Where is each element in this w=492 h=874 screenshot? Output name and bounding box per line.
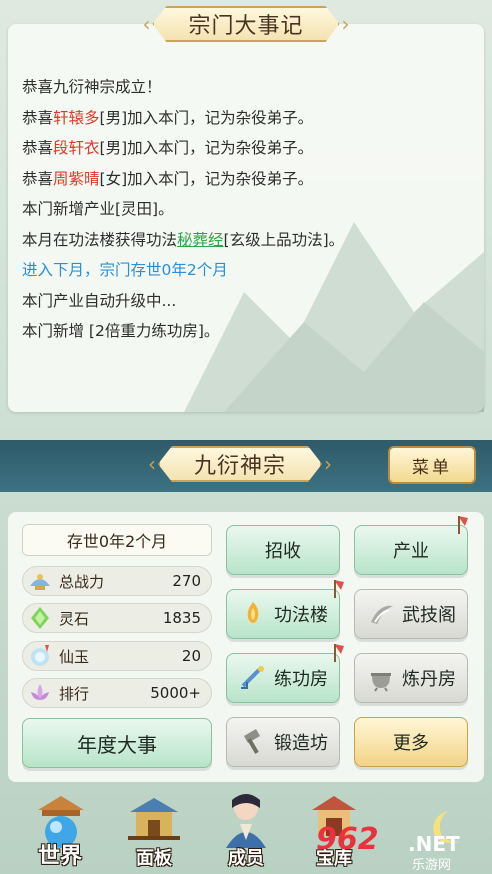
- industry-button[interactable]: 产业: [354, 525, 468, 575]
- stat-ranking: 排行 5000+: [22, 678, 212, 708]
- skill-tower-button[interactable]: 功法楼: [226, 589, 340, 639]
- log-text: 进入下月，宗门存世0年2个月: [22, 261, 228, 279]
- site-watermark: 962 .NET 乐游网: [316, 808, 486, 873]
- martial-pavilion-button[interactable]: 武技阁: [354, 589, 468, 639]
- stat-spirit-stone: 灵石 1835: [22, 603, 212, 633]
- forge-button[interactable]: 锻造坊: [226, 717, 340, 767]
- log-text: 恭喜: [22, 169, 54, 188]
- log-text: [玄级上品功法]。: [223, 230, 345, 249]
- event-log-title: 宗门大事记: [152, 6, 339, 42]
- stat-total-power: 总战力 270: [22, 566, 212, 596]
- chevron-right-icon: ›: [324, 452, 332, 476]
- member-name-link[interactable]: 轩辕多: [53, 109, 100, 127]
- training-icon: [238, 663, 268, 693]
- event-log-title-banner: ‹ 宗门大事记 ›: [110, 4, 382, 44]
- log-text: [男]加入本门，记为杂役弟子。: [99, 139, 314, 157]
- member-name-link[interactable]: 段轩衣: [53, 139, 100, 157]
- event-log-panel: 恭喜九衍神宗成立！ 恭喜轩辕多[男]加入本门，记为杂役弟子。 恭喜段轩衣[男]加入本…: [8, 24, 484, 412]
- annual-events-button[interactable]: 年度大事: [22, 718, 212, 768]
- log-text: 恭喜: [22, 108, 54, 127]
- menu-button[interactable]: 菜单: [388, 446, 476, 484]
- log-text: [男]加入本门，记为杂役弟子。: [99, 108, 314, 127]
- notification-flag-icon: [334, 644, 344, 662]
- log-line: 本门新增 [2倍重力练功房]。: [22, 316, 474, 347]
- chevron-left-icon: ‹: [147, 452, 156, 476]
- log-line: 本月在功法楼获得功法秘葬经[玄级上品功法]。: [22, 225, 474, 256]
- hammer-icon: [238, 727, 268, 757]
- sword-wave-icon: [366, 599, 396, 629]
- nav-panel[interactable]: 面板: [112, 786, 196, 874]
- nav-members[interactable]: 成员: [204, 786, 288, 874]
- jade-icon: [25, 641, 55, 671]
- log-line: 恭喜轩辕多[男]加入本门，记为杂役弟子。: [22, 103, 474, 134]
- log-line: 恭喜段轩衣[男]加入本门，记为杂役弟子。: [22, 133, 474, 164]
- nav-world[interactable]: 世界: [18, 786, 102, 874]
- bottom-nav: 世界 面板 成员 宝库 962 .NET 乐游网: [0, 786, 492, 874]
- chevron-left-icon: ‹: [142, 12, 151, 36]
- log-text: 本门新增 [2倍重力练功房]。: [22, 322, 220, 340]
- alchemy-room-button[interactable]: 炼丹房: [354, 653, 468, 703]
- skill-name-link[interactable]: 秘葬经: [177, 231, 224, 249]
- power-icon: [25, 566, 55, 596]
- pavilion-icon: [128, 798, 180, 840]
- more-button[interactable]: 更多: [354, 717, 468, 767]
- training-room-button[interactable]: 练功房: [226, 653, 340, 703]
- spirit-stone-icon: [25, 603, 55, 633]
- log-line: 恭喜九衍神宗成立！: [22, 72, 474, 103]
- log-text: [女]加入本门，记为杂役弟子。: [99, 169, 314, 188]
- notification-flag-icon: [458, 516, 468, 534]
- event-log-list: 恭喜九衍神宗成立！ 恭喜轩辕多[男]加入本门，记为杂役弟子。 恭喜段轩衣[男]加入本…: [22, 72, 474, 347]
- log-text: 本门新增产业[灵田]。: [22, 200, 174, 218]
- stat-jade: 仙玉 20: [22, 641, 212, 671]
- member-portrait-icon: [226, 794, 266, 848]
- log-text: 本门产业自动升级中...: [22, 291, 177, 310]
- skill-tower-icon: [238, 599, 268, 629]
- log-line: 本门产业自动升级中...: [22, 286, 474, 317]
- lotus-icon: [25, 678, 55, 708]
- notification-flag-icon: [334, 580, 344, 598]
- log-text: 恭喜九衍神宗成立！: [22, 78, 162, 96]
- log-line: 本门新增产业[灵田]。: [22, 194, 474, 225]
- log-line: 恭喜周紫晴[女]加入本门，记为杂役弟子。: [22, 164, 474, 195]
- sect-name: 九衍神宗: [158, 446, 322, 482]
- sect-age: 存世0年2个月: [22, 524, 212, 556]
- member-name-link[interactable]: 周紫晴: [53, 170, 100, 188]
- recruit-button[interactable]: 招收: [226, 525, 340, 575]
- cauldron-icon: [366, 663, 396, 693]
- log-text: 本月在功法楼获得功法: [22, 230, 178, 249]
- sect-name-banner: ‹ 九衍神宗 ›: [112, 444, 368, 484]
- log-text: 恭喜: [22, 139, 54, 157]
- log-line: 进入下月，宗门存世0年2个月: [22, 255, 474, 286]
- chevron-right-icon: ›: [341, 12, 350, 36]
